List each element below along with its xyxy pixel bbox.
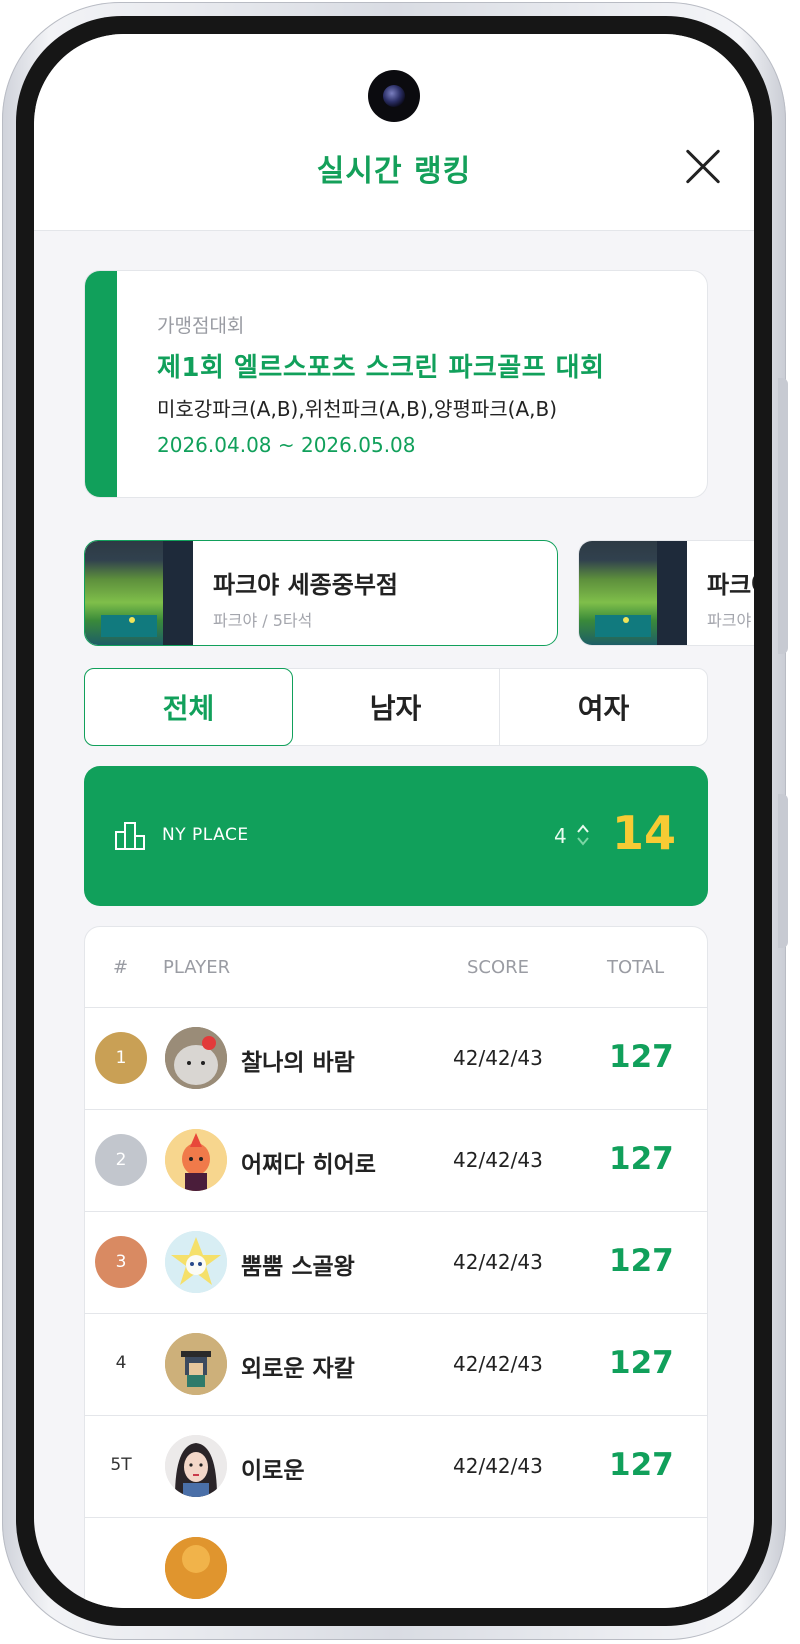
col-score: SCORE xyxy=(467,957,530,978)
avatar xyxy=(165,1231,227,1293)
avatar xyxy=(165,1027,227,1089)
front-camera xyxy=(368,70,420,122)
player-score: 42/42/43 xyxy=(453,1046,543,1070)
avatar xyxy=(165,1129,227,1191)
tournament-card: 가맹점대회 제1회 엘르스포츠 스크린 파크골프 대회 미호강파크(A,B),위… xyxy=(84,270,708,498)
col-player: PLAYER xyxy=(163,957,231,978)
podium-icon xyxy=(115,822,145,850)
side-button-upper xyxy=(778,378,788,654)
table-row[interactable]: 3 뿜뿜 스골왕 42/42/43 127 xyxy=(85,1211,707,1314)
tab-female[interactable]: 여자 xyxy=(500,669,707,745)
rank-number: 5T xyxy=(110,1455,132,1475)
side-button-lower xyxy=(778,794,788,948)
rank-number: 4 xyxy=(115,1353,127,1373)
player-score: 42/42/43 xyxy=(453,1352,543,1376)
avatar xyxy=(165,1435,227,1497)
store-name: 파크야 세종중부점 xyxy=(213,571,398,599)
player-total: 127 xyxy=(609,1141,674,1177)
table-header: # PLAYER SCORE TOTAL xyxy=(85,927,707,1008)
player-score: 42/42/43 xyxy=(453,1148,543,1172)
rank-change-arrow-icon xyxy=(577,824,589,846)
avatar xyxy=(165,1537,227,1599)
player-name: 이로운 xyxy=(241,1458,305,1484)
tab-male[interactable]: 남자 xyxy=(292,669,500,745)
table-row[interactable]: 1 찰나의 바람 42/42/43 127 xyxy=(85,1007,707,1110)
player-name: 어쩌다 히어로 xyxy=(241,1152,376,1178)
tab-all[interactable]: 전체 xyxy=(84,668,293,746)
store-subtitle: 파크야 / 5타석 xyxy=(707,611,754,630)
ranking-table: # PLAYER SCORE TOTAL 1 찰나의 바람 42/42/43 1… xyxy=(84,926,708,1608)
rank-medal-bronze: 3 xyxy=(95,1236,147,1288)
player-total: 127 xyxy=(609,1243,674,1279)
store-subtitle: 파크야 / 5타석 xyxy=(213,611,313,630)
tournament-dates: 2026.04.08 ~ 2026.05.08 xyxy=(157,433,416,457)
col-rank: # xyxy=(113,957,129,978)
player-score: 42/42/43 xyxy=(453,1454,543,1478)
phone-bezel: 실시간 랭킹 가맹점대회 제1회 엘르스포츠 스크린 파크골프 대회 미호강파크… xyxy=(16,16,772,1626)
player-name: 찰나의 바람 xyxy=(241,1050,355,1076)
rank-change-value: 4 xyxy=(554,824,567,848)
card-accent-bar xyxy=(85,271,117,497)
table-row[interactable]: 2 어쩌다 히어로 42/42/43 127 xyxy=(85,1109,707,1212)
store-card[interactable]: 파크야 세종중부점 파크야 / 5타석 xyxy=(578,540,754,646)
table-row[interactable]: 5T 이로운 42/42/43 127 xyxy=(85,1415,707,1518)
page-title: 실시간 랭킹 xyxy=(316,154,472,189)
screen: 실시간 랭킹 가맹점대회 제1회 엘르스포츠 스크린 파크골프 대회 미호강파크… xyxy=(34,34,754,1608)
table-row[interactable] xyxy=(85,1517,707,1608)
player-total: 127 xyxy=(609,1345,674,1381)
col-total: TOTAL xyxy=(607,957,665,978)
my-place-banner: NY PLACE 4 14 xyxy=(84,766,708,906)
my-place-label: NY PLACE xyxy=(162,825,249,845)
gender-tabs: 전체 남자 여자 xyxy=(84,668,708,746)
store-name: 파크야 세종중부점 xyxy=(707,571,754,599)
player-total: 127 xyxy=(609,1039,674,1075)
player-name: 외로운 자칼 xyxy=(241,1356,355,1382)
close-button[interactable] xyxy=(682,146,724,188)
my-place-rank: 14 xyxy=(612,806,677,860)
table-row[interactable]: 4 외로운 자칼 42/42/43 127 xyxy=(85,1313,707,1416)
tournament-venues: 미호강파크(A,B),위천파크(A,B),양평파크(A,B) xyxy=(157,397,558,421)
header: 실시간 랭킹 xyxy=(34,34,754,231)
player-name: 뿜뿜 스골왕 xyxy=(241,1254,355,1280)
store-thumbnail xyxy=(579,541,687,645)
avatar xyxy=(165,1333,227,1395)
store-card-selected[interactable]: 파크야 세종중부점 파크야 / 5타석 xyxy=(84,540,558,646)
tournament-name: 제1회 엘르스포츠 스크린 파크골프 대회 xyxy=(157,353,605,383)
tournament-category: 가맹점대회 xyxy=(157,315,245,337)
player-total: 127 xyxy=(609,1447,674,1483)
rank-medal-gold: 1 xyxy=(95,1032,147,1084)
phone-frame: 실시간 랭킹 가맹점대회 제1회 엘르스포츠 스크린 파크골프 대회 미호강파크… xyxy=(2,2,788,1640)
rank-medal-silver: 2 xyxy=(95,1134,147,1186)
player-score: 42/42/43 xyxy=(453,1250,543,1274)
store-thumbnail xyxy=(85,541,193,645)
